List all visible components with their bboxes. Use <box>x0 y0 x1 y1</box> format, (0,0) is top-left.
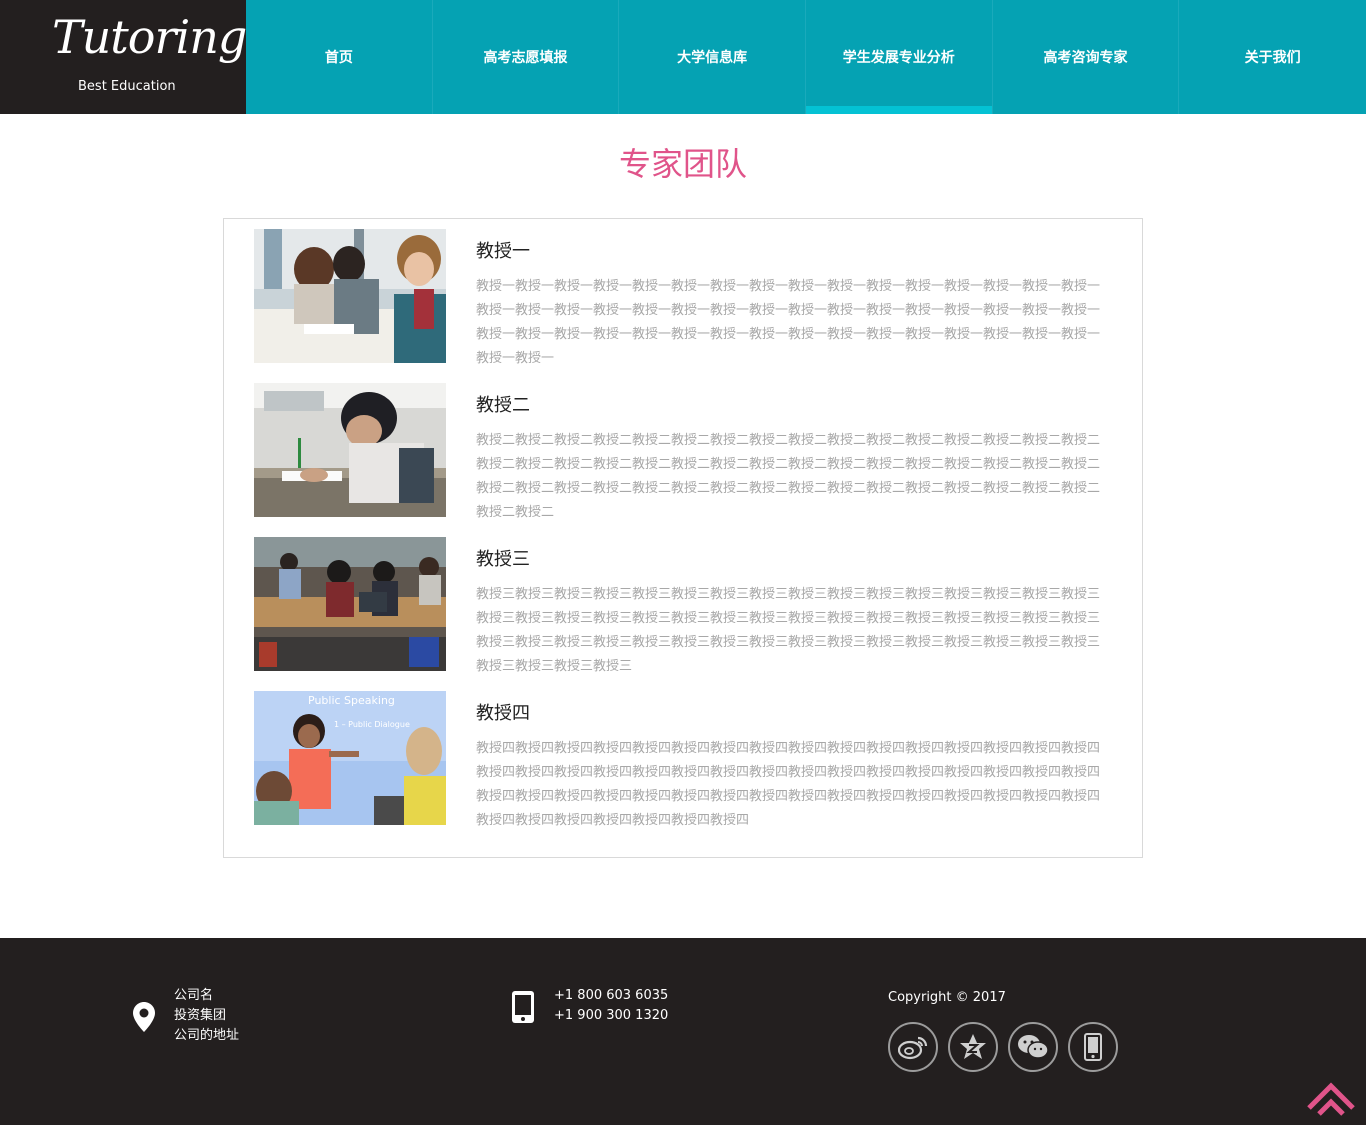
boy-writing-photo[interactable] <box>254 383 446 517</box>
logo[interactable]: Tutoring Best Education <box>0 0 247 114</box>
slide-title: Public Speaking <box>308 694 395 707</box>
company-address: 公司的地址 <box>174 1028 240 1043</box>
public-speaking-photo[interactable]: Public Speaking 1 – Public Dialogue <box>254 691 446 825</box>
nav-item-major-analysis[interactable]: 学生发展专业分析 <box>805 0 993 114</box>
company-name: 公司名 <box>174 988 214 1003</box>
students-studying-photo[interactable] <box>254 229 446 363</box>
professor-description: 教授一教授一教授一教授一教授一教授一教授一教授一教授一教授一教授一教授一教授一教… <box>476 279 1101 366</box>
location-pin-icon <box>133 1002 155 1036</box>
expert-team-panel: 教授一 教授一教授一教授一教授一教授一教授一教授一教授一教授一教授一教授一教授一… <box>223 218 1143 858</box>
qzone-icon[interactable] <box>948 1022 998 1072</box>
phone-icon <box>512 991 534 1027</box>
logo-tagline: Best Education <box>78 79 176 94</box>
phone-numbers: +1 800 603 6035 +1 900 300 1320 <box>554 986 668 1026</box>
professor-name: 教授一 <box>476 241 530 262</box>
logo-wordmark: Tutoring <box>52 10 247 64</box>
main-nav: 首页 高考志愿填报 大学信息库 学生发展专业分析 高考咨询专家 关于我们 <box>246 0 1366 114</box>
company-group: 投资集团 <box>174 1008 227 1023</box>
phone-number[interactable]: +1 900 300 1320 <box>554 1006 668 1026</box>
professor-name: 教授二 <box>476 395 530 416</box>
site-header: Tutoring Best Education 首页 高考志愿填报 大学信息库 … <box>0 0 1366 114</box>
page-title: 专家团队 <box>618 145 747 183</box>
classroom-laptops-photo[interactable] <box>254 537 446 671</box>
wechat-icon[interactable] <box>1008 1022 1058 1072</box>
professor-name: 教授四 <box>476 703 530 724</box>
mobile-icon[interactable] <box>1068 1022 1118 1072</box>
site-footer: 公司名 投资集团 公司的地址 +1 800 603 6035 +1 900 30… <box>0 938 1366 1125</box>
nav-item-home[interactable]: 首页 <box>246 0 433 114</box>
nav-item-about[interactable]: 关于我们 <box>1179 0 1366 114</box>
slide-subtitle: 1 – Public Dialogue <box>334 720 410 729</box>
copyright: Copyright © 2017 <box>888 990 1006 1005</box>
weibo-icon[interactable] <box>888 1022 938 1072</box>
nav-item-experts[interactable]: 高考咨询专家 <box>993 0 1180 114</box>
company-address-block: 公司名 投资集团 公司的地址 <box>174 986 239 1046</box>
professor-description: 教授二教授二教授二教授二教授二教授二教授二教授二教授二教授二教授二教授二教授二教… <box>476 433 1101 520</box>
phone-number[interactable]: +1 800 603 6035 <box>554 986 668 1006</box>
nav-item-application[interactable]: 高考志愿填报 <box>433 0 620 114</box>
social-links <box>888 1022 1118 1072</box>
nav-item-university-db[interactable]: 大学信息库 <box>619 0 806 114</box>
professor-description: 教授四教授四教授四教授四教授四教授四教授四教授四教授四教授四教授四教授四教授四教… <box>476 741 1101 828</box>
back-to-top-icon[interactable] <box>1305 1078 1357 1120</box>
professor-description: 教授三教授三教授三教授三教授三教授三教授三教授三教授三教授三教授三教授三教授三教… <box>476 587 1101 674</box>
professor-name: 教授三 <box>476 549 530 570</box>
